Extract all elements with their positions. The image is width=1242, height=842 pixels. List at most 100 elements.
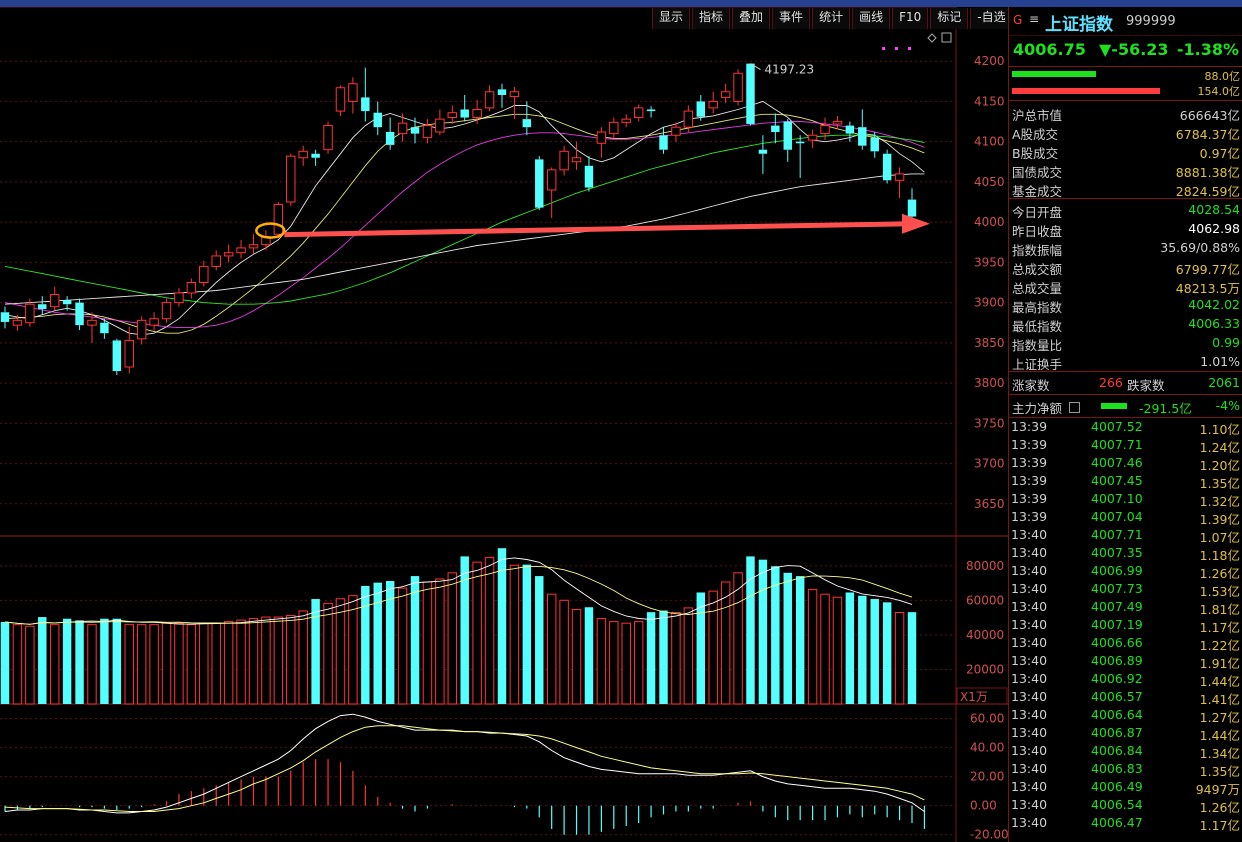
candle-up — [472, 99, 482, 124]
tick-price: 4006.64 — [1091, 707, 1143, 722]
volume-bar-up — [484, 557, 495, 705]
candle-body — [435, 118, 445, 133]
price-tick-label: 4100 — [974, 135, 1005, 149]
candle-body — [559, 150, 569, 171]
tick-row: 13:40 4006.99 1.26亿 — [1009, 562, 1242, 581]
toolbar-btn-2[interactable]: 叠加 — [732, 8, 771, 29]
index-stats: 今日开盘 4028.54 昨日收盘 4062.98 指数振幅 35.69/0.88% 总成交… — [1009, 199, 1242, 372]
candle-up — [435, 109, 445, 136]
candle-body — [348, 83, 358, 102]
tick-time: 13:40 — [1011, 671, 1048, 686]
volume-bar-up — [124, 624, 134, 705]
candle-down — [783, 119, 792, 162]
candle-up — [136, 316, 147, 345]
price-tick-label: 4200 — [974, 54, 1005, 68]
volume-bar-down — [522, 564, 532, 704]
tick-price: 4007.52 — [1091, 419, 1143, 434]
tick-volume: 1.17亿 — [1199, 818, 1240, 833]
toolbar-btn-0[interactable]: 显示 — [652, 8, 691, 29]
tick-time: 13:40 — [1011, 599, 1048, 614]
candle-body — [783, 121, 792, 150]
candle-up — [397, 113, 408, 142]
candle-body — [273, 203, 284, 235]
index-stat-row: 总成交额 6799.77亿 — [1009, 257, 1242, 277]
volume-bar-up — [509, 564, 520, 705]
candle-body — [174, 292, 184, 304]
tick-price: 4007.19 — [1091, 617, 1143, 632]
tick-row: 13:39 4007.52 1.10亿 — [1009, 418, 1242, 437]
volume-tick-label: 20000 — [966, 662, 1004, 676]
market-stat-row: 国债成交 8881.38亿 — [1009, 160, 1242, 180]
candle-body — [907, 199, 917, 217]
volume-bar-up — [571, 608, 582, 705]
volume-bar-up — [298, 610, 308, 705]
buy-sell-bars: 88.0亿 154.0亿 — [1009, 67, 1242, 101]
tick-price: 4006.84 — [1091, 743, 1143, 758]
tick-row: 13:39 4007.71 1.24亿 — [1009, 436, 1242, 455]
toolbar-btn-8[interactable]: -自选 — [970, 8, 1013, 29]
candle-body — [186, 282, 197, 294]
candle-down — [38, 296, 47, 315]
tick-row: 13:39 4007.10 1.32亿 — [1009, 490, 1242, 509]
volume-bar-up — [720, 581, 731, 705]
toolbar-btn-1[interactable]: 指标 — [692, 8, 731, 29]
index-stat-row: 总成交量 48213.5万 — [1009, 276, 1242, 296]
candle-body — [410, 127, 420, 134]
candle-body — [87, 319, 97, 326]
toolbar-btn-5[interactable]: 画线 — [852, 8, 891, 29]
buy-bar — [1012, 71, 1096, 77]
volume-bar-up — [87, 624, 97, 705]
candle-body — [0, 312, 10, 322]
candle-up — [609, 117, 619, 139]
candle-body — [870, 137, 879, 152]
tick-row: 13:40 4007.71 1.07亿 — [1009, 526, 1242, 545]
index-code: 999999 — [1126, 14, 1176, 29]
candle-body — [460, 109, 469, 118]
candle-up — [348, 77, 358, 114]
tick-price: 4006.89 — [1091, 653, 1143, 668]
tick-row: 13:40 4006.57 1.41亿 — [1009, 688, 1242, 707]
tick-row: 13:40 4007.35 1.18亿 — [1009, 544, 1242, 563]
price-axis: 4200 4150 4100 4050 4000 3950 3900 3850 3800 3750… — [974, 54, 1005, 511]
tick-row: 13:39 4007.45 1.35亿 — [1009, 472, 1242, 491]
volume-panel: 80000 60000 40000 20000 X1万 — [0, 548, 1008, 705]
tick-row: 13:40 4006.89 1.91亿 — [1009, 652, 1242, 671]
candle-body — [447, 112, 458, 119]
toolbar-btn-7[interactable]: 标记 — [930, 8, 969, 29]
candle-up — [633, 104, 644, 122]
toolbar-btn-4[interactable]: 统计 — [812, 8, 851, 29]
volume-tick-label: 80000 — [966, 559, 1004, 573]
market-stat-row: B股成交 0.97亿 — [1009, 141, 1242, 161]
candle-up — [236, 239, 246, 259]
menu-icon[interactable]: ≡ — [1029, 12, 1039, 26]
candle-up — [174, 288, 184, 307]
tick-row: 13:40 4007.73 1.53亿 — [1009, 580, 1242, 599]
toolbar-btn-6[interactable]: F10 — [892, 8, 929, 29]
indicator-dot — [895, 47, 898, 50]
candle-down — [535, 156, 544, 211]
candle-body — [149, 318, 159, 326]
volume-bar-down — [410, 576, 420, 704]
window-icon — [941, 32, 952, 43]
candle-up — [186, 278, 197, 299]
macd-tick-label: 60.00 — [970, 712, 1004, 726]
price-tick-label: 4150 — [974, 94, 1005, 108]
volume-bar-up — [149, 624, 159, 705]
index-stat-row: 最低指数 4006.33 — [1009, 314, 1242, 334]
volume-bar-up — [174, 622, 184, 705]
candle-down — [522, 101, 532, 136]
candle-down — [460, 94, 469, 122]
macd-tick-label: -20.00 — [970, 828, 1008, 842]
volume-bar-down — [795, 576, 805, 704]
down-count-label: 跌家数 — [1127, 378, 1165, 393]
index-stat-value: 4062.98 — [1188, 221, 1240, 236]
list-icon[interactable] — [1069, 402, 1080, 413]
candle-down — [385, 117, 395, 150]
toolbar-btn-3[interactable]: 事件 — [772, 8, 811, 29]
tick-price: 4006.83 — [1091, 761, 1143, 776]
volume-bar-down — [373, 582, 382, 704]
candle-down — [795, 135, 805, 178]
volume-bar-up — [894, 611, 905, 705]
tick-time: 13:39 — [1011, 455, 1048, 470]
candle-body — [298, 150, 308, 159]
